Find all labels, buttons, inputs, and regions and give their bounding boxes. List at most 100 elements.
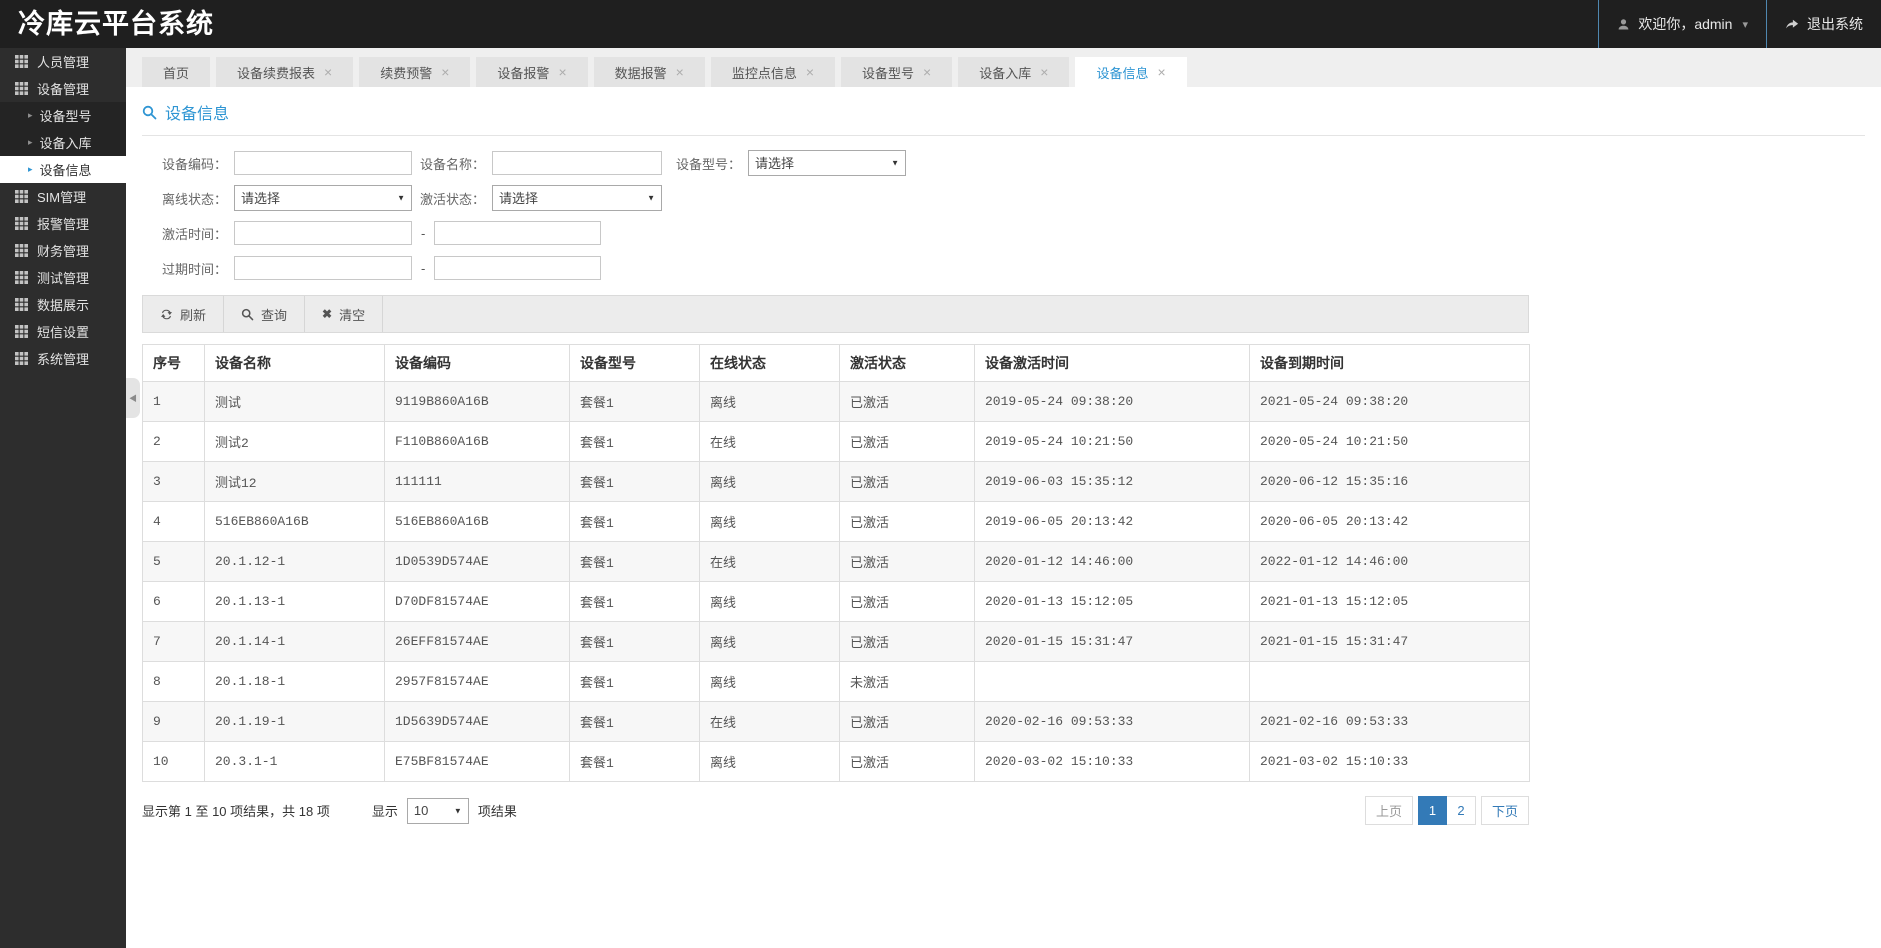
cell-activate-time <box>974 661 1250 702</box>
device-code-label: 设备编码： <box>161 156 227 172</box>
search-form: 设备编码： 设备名称： 设备型号： 请选择 ▼ 离线状态： 请选择 ▼ 激活状态… <box>142 149 1865 282</box>
cell-activate-time: 2019-06-05 20:13:42 <box>974 501 1250 542</box>
cell-device-code: 9119B860A16B <box>384 381 570 422</box>
sidebar-item-device-inbound[interactable]: ▸ 设备入库 <box>0 129 126 156</box>
device-table-body: 1 测试 9119B860A16B 套餐1 离线 已激活 2019-05-24 … <box>142 381 1530 782</box>
cell-activate-time: 2020-02-16 09:53:33 <box>974 701 1250 742</box>
page-button-2[interactable]: 2 <box>1446 796 1476 825</box>
section-title: 设备信息 <box>142 100 1865 124</box>
cell-activate-time: 2020-01-15 15:31:47 <box>974 621 1250 662</box>
sidebar-item-label: 财务管理 <box>37 244 90 259</box>
cell-device-model: 套餐1 <box>569 661 700 702</box>
clear-button[interactable]: ✖ 清空 <box>305 296 384 332</box>
tab-device-info[interactable]: 设备信息 × <box>1075 57 1187 87</box>
cell-device-model: 套餐1 <box>569 621 700 662</box>
close-icon[interactable]: × <box>676 65 684 79</box>
sidebar-item-test-mgmt[interactable]: 测试管理 <box>0 264 126 291</box>
user-menu[interactable]: 欢迎你，admin ▾ <box>1598 0 1766 48</box>
tab-renewal-report[interactable]: 设备续费报表 × <box>216 57 354 87</box>
cell-device-model: 套餐1 <box>569 701 700 742</box>
close-icon[interactable]: × <box>324 65 332 79</box>
offline-status-select[interactable]: 请选择 <box>234 185 412 211</box>
activate-time-label: 激活时间： <box>161 226 227 242</box>
sidebar-item-system-mgmt[interactable]: 系统管理 <box>0 345 126 372</box>
prev-page-button[interactable]: 上页 <box>1364 796 1413 825</box>
cell-index: 1 <box>142 381 205 422</box>
refresh-button[interactable]: 刷新 <box>143 296 225 332</box>
cell-online-status: 在线 <box>699 421 840 462</box>
page-button-1[interactable]: 1 <box>1417 796 1447 825</box>
sidebar-item-label: SIM管理 <box>37 190 87 205</box>
tab-device-alarm[interactable]: 设备报警 × <box>476 57 588 87</box>
activate-time-start-input[interactable] <box>234 221 412 245</box>
close-icon[interactable]: × <box>1040 65 1048 79</box>
logout-button[interactable]: 退出系统 <box>1766 0 1881 48</box>
search-icon <box>142 105 157 120</box>
tab-device-model[interactable]: 设备型号 × <box>841 57 953 87</box>
sidebar-item-device-model[interactable]: ▸ 设备型号 <box>0 102 126 129</box>
table-row: 3 测试12 111111 套餐1 离线 已激活 2019-06-03 15:3… <box>142 461 1530 502</box>
sidebar-item-label: 测试管理 <box>37 271 90 286</box>
tab-label: 监控点信息 <box>731 65 797 81</box>
sidebar-item-device-mgmt[interactable]: 设备管理 <box>0 75 126 102</box>
grid-icon <box>15 190 28 203</box>
col-header-activate-time: 设备激活时间 <box>974 344 1250 382</box>
logout-icon <box>1785 17 1799 31</box>
cell-online-status: 离线 <box>699 741 840 782</box>
sidebar-item-alarm-mgmt[interactable]: 报警管理 <box>0 210 126 237</box>
cell-activate-time: 2019-05-24 09:38:20 <box>974 381 1250 422</box>
next-page-button[interactable]: 下页 <box>1480 796 1529 825</box>
tab-home[interactable]: 首页 <box>142 57 211 87</box>
cell-device-name: 20.3.1-1 <box>204 741 385 782</box>
sidebar-collapse-handle[interactable]: ◀ <box>126 378 140 418</box>
grid-icon <box>15 244 28 257</box>
activate-time-end-input[interactable] <box>434 221 602 245</box>
cell-activate-time: 2020-01-12 14:46:00 <box>974 541 1250 582</box>
expire-time-label: 过期时间： <box>161 261 227 277</box>
search-icon <box>241 308 254 321</box>
close-icon[interactable]: × <box>923 65 931 79</box>
section-title-text: 设备信息 <box>165 106 230 123</box>
sidebar-item-user-mgmt[interactable]: 人员管理 <box>0 48 126 75</box>
tab-renewal-warning[interactable]: 续费预警 × <box>359 57 471 87</box>
close-icon[interactable]: × <box>1157 65 1165 79</box>
cell-index: 4 <box>142 501 205 542</box>
sidebar-item-sms-settings[interactable]: 短信设置 <box>0 318 126 345</box>
sidebar: 人员管理 设备管理 ▸ 设备型号 ▸ 设备入库 ▸ 设备信息 SIM管理 报警管… <box>0 48 126 948</box>
cell-expire-time: 2020-06-12 15:35:16 <box>1249 461 1530 502</box>
tab-label: 数据报警 <box>614 65 667 81</box>
close-icon[interactable]: × <box>558 65 566 79</box>
expire-time-start-input[interactable] <box>234 256 412 280</box>
sidebar-item-data-display[interactable]: 数据展示 <box>0 291 126 318</box>
close-icon[interactable]: × <box>806 65 814 79</box>
cell-device-model: 套餐1 <box>569 461 700 502</box>
device-name-input[interactable] <box>492 151 662 175</box>
grid-icon <box>15 217 28 230</box>
sidebar-item-finance-mgmt[interactable]: 财务管理 <box>0 237 126 264</box>
close-icon[interactable]: × <box>441 65 449 79</box>
tab-data-alarm[interactable]: 数据报警 × <box>593 57 705 87</box>
query-button[interactable]: 查询 <box>224 296 306 332</box>
device-code-input[interactable] <box>234 151 412 175</box>
cell-device-name: 20.1.12-1 <box>204 541 385 582</box>
tab-label: 设备报警 <box>497 65 550 81</box>
form-row-2: 离线状态： 请选择 ▼ 激活状态： 请选择 ▼ <box>142 184 1865 212</box>
cell-expire-time: 2021-02-16 09:53:33 <box>1249 701 1530 742</box>
activation-status-label: 激活状态： <box>419 191 485 207</box>
tab-label: 设备入库 <box>979 65 1032 81</box>
cell-device-name: 测试 <box>204 381 385 422</box>
sidebar-item-label: 设备管理 <box>37 82 90 97</box>
cell-expire-time: 2021-05-24 09:38:20 <box>1249 381 1530 422</box>
expire-time-end-input[interactable] <box>434 256 602 280</box>
tab-monitor-point-info[interactable]: 监控点信息 × <box>710 57 836 87</box>
sidebar-item-label: 设备型号 <box>39 109 92 124</box>
sidebar-item-sim-mgmt[interactable]: SIM管理 <box>0 183 126 210</box>
cell-device-code: 516EB860A16B <box>384 501 570 542</box>
table-row: 10 20.3.1-1 E75BF81574AE 套餐1 离线 已激活 2020… <box>142 741 1530 782</box>
device-model-select[interactable]: 请选择 <box>748 150 906 176</box>
tab-device-inbound[interactable]: 设备入库 × <box>958 57 1070 87</box>
cell-online-status: 离线 <box>699 621 840 662</box>
sidebar-item-device-info[interactable]: ▸ 设备信息 <box>0 156 126 183</box>
activation-status-select[interactable]: 请选择 <box>492 185 662 211</box>
page-size-select[interactable]: 10 <box>406 797 469 824</box>
